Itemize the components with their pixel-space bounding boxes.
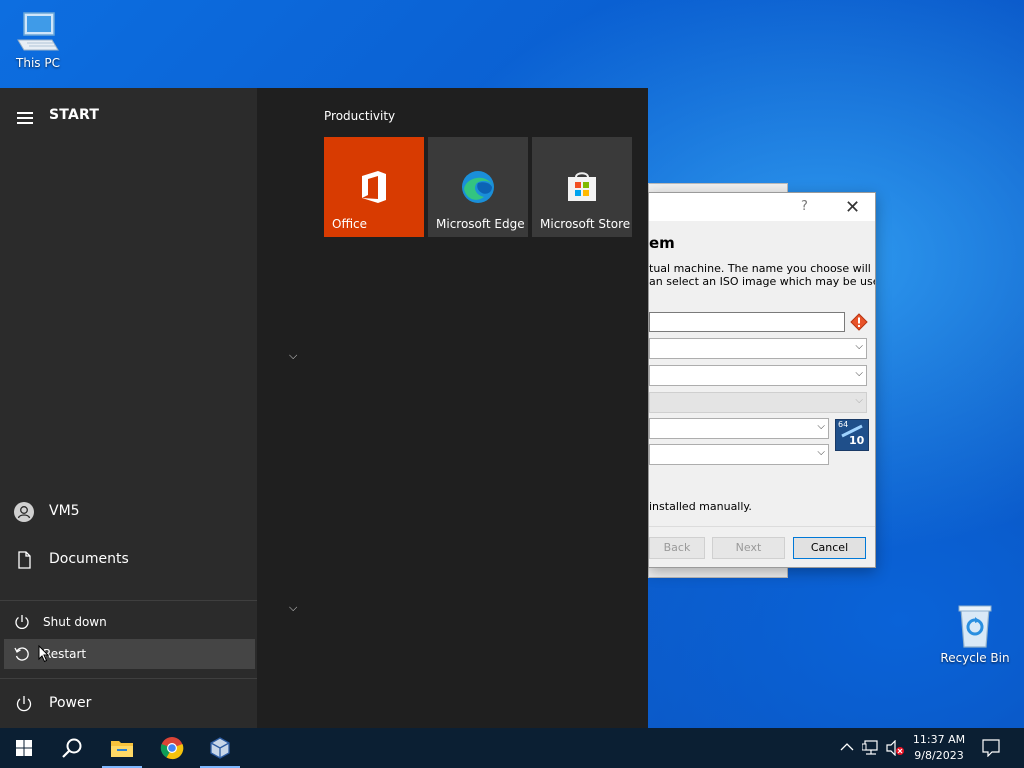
tile-label: Microsoft Store: [540, 217, 631, 231]
folder-icon: [111, 741, 133, 757]
edge-icon: [462, 171, 494, 203]
next-button[interactable]: Next: [712, 537, 785, 559]
chrome-icon: [160, 737, 184, 760]
recycle-bin-icon: [958, 605, 992, 648]
user-avatar-icon: [14, 502, 34, 522]
user-account-item[interactable]: VM5: [0, 492, 257, 532]
chevron-down-icon: ⌵: [855, 395, 863, 406]
clock-time[interactable]: 11:37 AM: [908, 733, 970, 746]
chevron-up-icon[interactable]: [840, 742, 854, 752]
tile-microsoft-store[interactable]: Microsoft Store: [532, 137, 632, 237]
tile-office[interactable]: Office: [324, 137, 424, 237]
chevron-down-icon: ⌵: [817, 447, 825, 458]
dialog-titlebar: ? ✕: [649, 193, 875, 221]
tile-group-title: Productivity: [324, 109, 396, 123]
store-icon: [568, 172, 596, 201]
taskbar: 11:37 AM 9/8/2023: [0, 728, 1024, 768]
desktop-icon-label: This PC: [16, 56, 60, 70]
hamburger-menu-icon[interactable]: [17, 112, 33, 127]
shut-down-label: Shut down: [43, 615, 107, 629]
network-icon[interactable]: [862, 740, 880, 756]
search-icon: [62, 738, 82, 758]
start-menu-applist: [257, 88, 331, 728]
dialog-note: installed manually.: [649, 500, 752, 513]
computer-icon: [17, 12, 59, 51]
power-icon: [15, 615, 29, 629]
chevron-down-icon[interactable]: ⌵: [289, 349, 297, 363]
tile-microsoft-edge[interactable]: Microsoft Edge: [428, 137, 528, 237]
clock-date[interactable]: 9/8/2023: [908, 749, 970, 762]
restart-icon: [14, 647, 29, 661]
user-name: VM5: [49, 503, 80, 519]
documents-label: Documents: [49, 551, 129, 567]
edition-combo: ⌵: [649, 392, 867, 413]
dialog-heading: em: [649, 234, 675, 252]
power-button[interactable]: Power: [0, 684, 257, 724]
version-combo[interactable]: ⌵: [649, 444, 829, 465]
taskbar-file-explorer[interactable]: [98, 728, 146, 768]
back-button[interactable]: Back: [649, 537, 705, 559]
notification-center-icon[interactable]: [982, 739, 1000, 757]
windows-logo-icon: [16, 740, 32, 756]
taskbar-virtualbox[interactable]: [196, 728, 244, 768]
power-icon: [16, 696, 32, 712]
virtualbox-icon: [210, 737, 230, 759]
cancel-button[interactable]: Cancel: [793, 537, 866, 559]
desktop-icon-this-pc[interactable]: This PC: [0, 10, 76, 70]
folder-combo[interactable]: ⌵: [649, 338, 867, 359]
os-type-icon: 64 10: [835, 419, 869, 451]
power-label: Power: [49, 695, 92, 711]
warning-icon: [850, 313, 868, 331]
desktop-icon-recycle-bin[interactable]: Recycle Bin: [937, 603, 1013, 665]
shut-down-option[interactable]: Shut down: [4, 607, 255, 637]
documents-item[interactable]: Documents: [0, 540, 257, 580]
chevron-down-icon: ⌵: [855, 341, 863, 352]
mouse-cursor-icon: [38, 645, 50, 663]
desktop-icon-label: Recycle Bin: [940, 651, 1010, 665]
chevron-down-icon[interactable]: ⌵: [289, 601, 297, 615]
description-line: tual machine. The name you choose will b…: [649, 262, 876, 275]
taskbar-chrome[interactable]: [148, 728, 196, 768]
tile-label: Office: [332, 217, 368, 231]
vm-name-input[interactable]: [649, 312, 845, 332]
type-combo[interactable]: ⌵: [649, 418, 829, 439]
description-line: an select an ISO image which may be used: [649, 275, 876, 288]
os-version-label: 10: [849, 434, 865, 447]
tile-label: Microsoft Edge: [436, 217, 525, 231]
start-title: START: [49, 107, 100, 123]
close-button[interactable]: ✕: [845, 197, 860, 218]
start-button[interactable]: [0, 728, 48, 768]
create-vm-dialog: ? ✕ em tual machine. The name you choose…: [648, 192, 876, 568]
chevron-down-icon: ⌵: [817, 421, 825, 432]
document-icon: [18, 551, 31, 569]
help-button[interactable]: ?: [801, 199, 808, 214]
iso-image-combo[interactable]: ⌵: [649, 365, 867, 386]
dialog-description: tual machine. The name you choose will b…: [649, 262, 876, 288]
chevron-down-icon: ⌵: [855, 368, 863, 379]
office-icon: [362, 171, 386, 203]
volume-muted-icon[interactable]: [885, 740, 905, 756]
search-button[interactable]: [48, 728, 96, 768]
